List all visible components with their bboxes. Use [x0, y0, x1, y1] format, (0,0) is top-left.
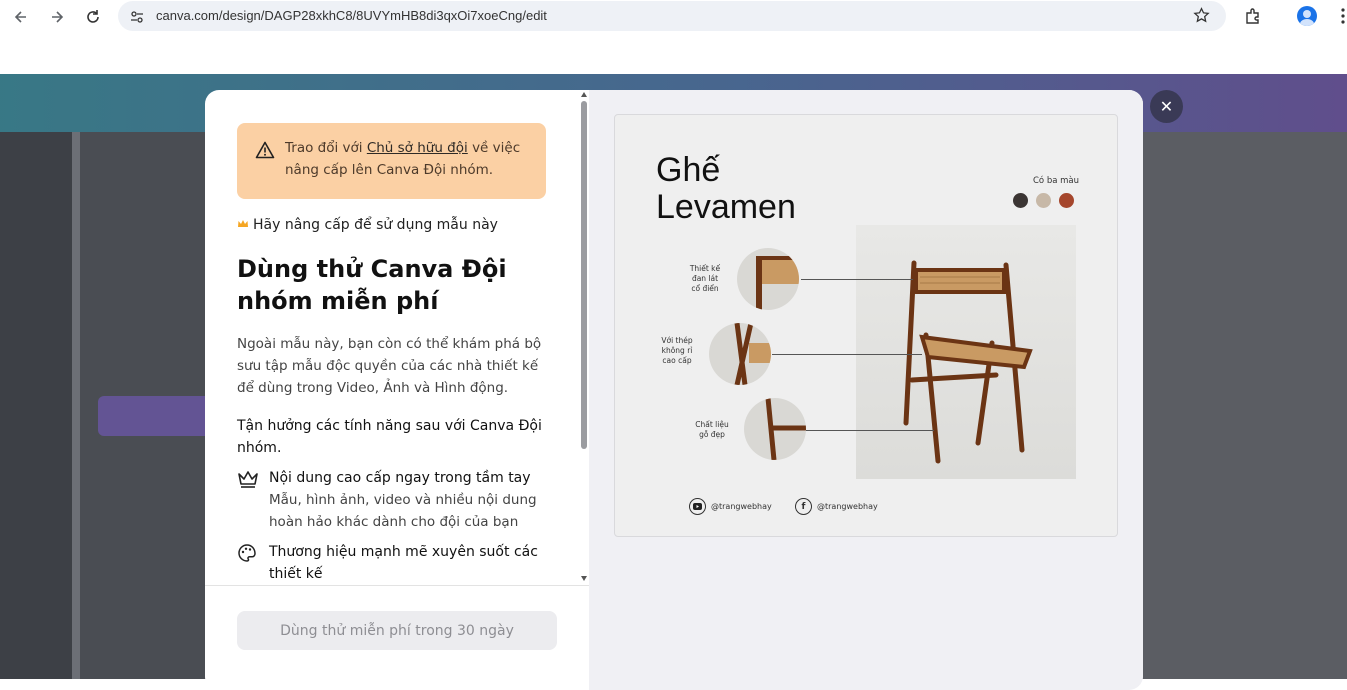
youtube-handle: @trangwebhay — [711, 502, 772, 511]
notice-prefix: Trao đổi với — [285, 140, 367, 156]
owner-notice: Trao đổi với Chủ sở hữu đội về việc nâng… — [237, 123, 546, 199]
free-trial-button[interactable]: Dùng thử miễn phí trong 30 ngày — [237, 611, 557, 650]
callout-line — [806, 430, 934, 431]
preview-title-line2: Levamen — [656, 188, 796, 226]
notice-text: Trao đổi với Chủ sở hữu đội về việc nâng… — [285, 137, 535, 181]
bookmark-star-icon[interactable] — [1193, 7, 1210, 28]
scrollbar-thumb[interactable] — [581, 101, 587, 449]
warning-icon — [255, 141, 275, 163]
detail-circle-weave — [737, 248, 799, 310]
upgrade-label-row: Hãy nâng cấp để sử dụng mẫu này — [237, 217, 498, 233]
detail-label: Thiết kế đan lát cổ điển — [689, 264, 721, 293]
forward-icon[interactable] — [47, 7, 67, 27]
left-pane-scrollbar[interactable] — [581, 92, 587, 581]
upgrade-modal: Trao đổi với Chủ sở hữu đội về việc nâng… — [205, 90, 1143, 690]
detail-label: Chất liệu gỗ đẹp — [695, 420, 729, 439]
youtube-icon — [689, 498, 706, 515]
feature-title: Thương hiệu mạnh mẽ xuyên suốt các thiết… — [269, 544, 538, 582]
chair-photo — [856, 225, 1076, 479]
feature-description: Mẫu, hình ảnh, video và nhiều nội dung h… — [269, 492, 537, 530]
modal-title: Dùng thử Canva Đội nhóm miễn phí — [237, 255, 507, 315]
modal-footer: Dùng thử miễn phí trong 30 ngày — [205, 585, 589, 690]
callout-line — [772, 354, 922, 355]
callout-line — [801, 279, 913, 280]
back-icon[interactable] — [11, 7, 31, 27]
color-swatch-rust — [1059, 193, 1074, 208]
url-text: canva.com/design/DAGP28xkhC8/8UVYmHB8di3… — [156, 8, 547, 23]
palette-icon — [237, 543, 259, 565]
color-swatch-dark — [1013, 193, 1028, 208]
facebook-handle: @trangwebhay — [817, 502, 878, 511]
modal-description: Ngoài mẫu này, bạn còn có thể khám phá b… — [237, 336, 542, 396]
preview-title: Ghế Levamen — [656, 152, 796, 226]
extensions-icon[interactable] — [1243, 6, 1263, 26]
template-preview: Ghế Levamen Có ba màu Thiết kế đan lát c… — [614, 114, 1118, 537]
profile-avatar-icon[interactable] — [1297, 6, 1317, 26]
team-owner-link[interactable]: Chủ sở hữu đội — [367, 140, 468, 156]
template-preview-pane: Ghế Levamen Có ba màu Thiết kế đan lát c… — [589, 90, 1143, 690]
reload-icon[interactable] — [83, 7, 103, 27]
close-icon[interactable]: ✕ — [1150, 90, 1183, 123]
detail-circle-wood — [744, 398, 806, 460]
crown-icon — [237, 469, 259, 491]
site-settings-icon[interactable] — [130, 9, 144, 28]
panel-button — [98, 396, 218, 436]
detail-label: Với thép không rỉ cao cấp — [661, 336, 693, 365]
detail-circle-steel — [709, 323, 771, 385]
modal-left-pane: Trao đổi với Chủ sở hữu đội về việc nâng… — [205, 90, 589, 690]
editor-side-rail — [0, 132, 72, 679]
features-heading: Tận hưởng các tính năng sau với Canva Độ… — [237, 418, 542, 456]
upgrade-label: Hãy nâng cấp để sử dụng mẫu này — [253, 217, 498, 233]
feature-title: Nội dung cao cấp ngay trong tầm tay — [269, 470, 531, 486]
address-bar[interactable]: canva.com/design/DAGP28xkhC8/8UVYmHB8di3… — [118, 1, 1226, 31]
social-facebook: f @trangwebhay — [795, 498, 878, 515]
browser-toolbar: canva.com/design/DAGP28xkhC8/8UVYmHB8di3… — [0, 0, 1347, 34]
color-swatch-beige — [1036, 193, 1051, 208]
preview-title-line1: Ghế — [656, 151, 721, 189]
facebook-icon: f — [795, 498, 812, 515]
colors-label: Có ba màu — [1033, 176, 1080, 186]
social-youtube: @trangwebhay — [689, 498, 772, 515]
crown-badge-icon — [237, 217, 249, 233]
more-menu-icon[interactable] — [1333, 6, 1347, 26]
